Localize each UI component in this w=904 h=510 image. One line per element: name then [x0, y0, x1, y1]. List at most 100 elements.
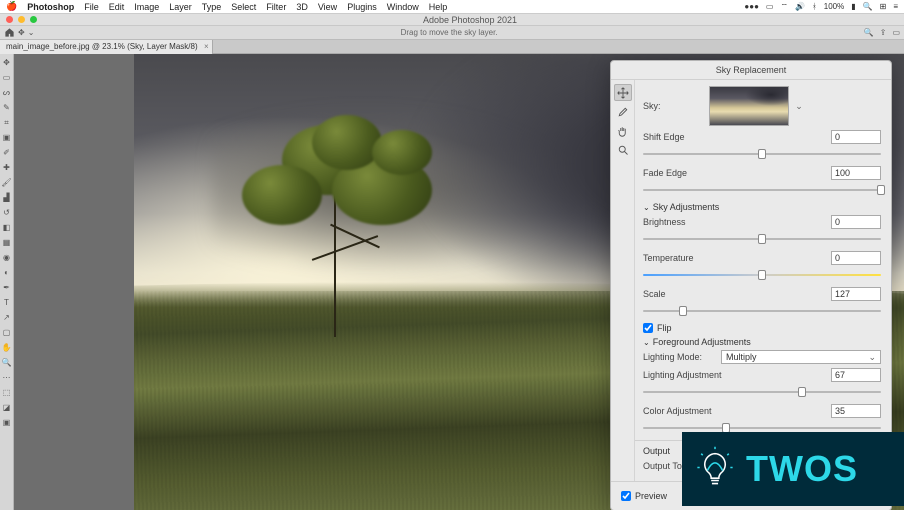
twos-logo-overlay: TWOS	[682, 432, 904, 506]
shift-edge-value[interactable]: 0	[831, 130, 881, 144]
dodge-tool[interactable]: ◐	[1, 266, 13, 279]
move-tool-icon[interactable]: ✥	[18, 28, 25, 37]
search-tool-icon[interactable]: 🔍	[864, 28, 874, 37]
home-icon[interactable]	[4, 27, 15, 38]
brightness-slider[interactable]	[643, 233, 881, 245]
stamp-tool[interactable]: ▟	[1, 191, 13, 204]
sky-hand-tool[interactable]	[614, 122, 632, 139]
color-swatch[interactable]: ◪	[1, 401, 13, 414]
scale-label: Scale	[643, 289, 703, 299]
hand-tool[interactable]: ✋	[1, 341, 13, 354]
flip-label: Flip	[657, 323, 672, 333]
type-tool[interactable]: T	[1, 296, 13, 309]
shape-tool[interactable]: ▢	[1, 326, 13, 339]
screen-icon[interactable]: ▭	[766, 2, 774, 11]
menu-window[interactable]: Window	[387, 2, 419, 12]
more-tools-icon[interactable]: ⋯	[1, 371, 13, 384]
minimize-window-icon[interactable]	[18, 16, 25, 23]
menu-select[interactable]: Select	[231, 2, 256, 12]
workspace-icon[interactable]: ▭	[892, 28, 900, 37]
scale-slider[interactable]	[643, 305, 881, 317]
lighting-mode-label: Lighting Mode:	[643, 352, 715, 362]
zoom-window-icon[interactable]	[30, 16, 37, 23]
menu-3d[interactable]: 3D	[296, 2, 308, 12]
fade-edge-value[interactable]: 100	[831, 166, 881, 180]
brush-tool[interactable]: 🖌	[1, 176, 13, 189]
battery-icon[interactable]: ▮	[851, 2, 855, 11]
sky-preset-thumbnail[interactable]	[709, 86, 789, 126]
pen-tool[interactable]: ✒	[1, 281, 13, 294]
temperature-slider[interactable]	[643, 269, 881, 281]
traffic-lights	[6, 16, 37, 23]
eyedropper-tool[interactable]: ✐	[1, 146, 13, 159]
brightness-label: Brightness	[643, 217, 703, 227]
volume-icon[interactable]: 🔊	[795, 2, 805, 11]
lighting-adjustment-value[interactable]: 67	[831, 368, 881, 382]
sky-preset-dropdown-icon[interactable]: ⌄	[795, 101, 803, 112]
menu-list-icon[interactable]: ≡	[893, 2, 898, 11]
control-center-icon[interactable]: ⊞	[880, 2, 887, 11]
edit-toolbar-icon[interactable]: ⬚	[1, 386, 13, 399]
fade-edge-label: Fade Edge	[643, 168, 703, 178]
document-tab[interactable]: main_image_before.jpg @ 23.1% (Sky, Laye…	[0, 40, 213, 54]
close-tab-icon[interactable]: ×	[204, 42, 209, 51]
flip-checkbox[interactable]	[643, 323, 653, 333]
brightness-value[interactable]: 0	[831, 215, 881, 229]
dialog-title: Sky Replacement	[611, 61, 891, 80]
screen-mode-icon[interactable]: ▣	[1, 416, 13, 429]
sky-brush-tool[interactable]	[614, 103, 632, 120]
healing-tool[interactable]: ✚	[1, 161, 13, 174]
move-tool[interactable]: ✥	[1, 56, 13, 69]
quick-select-tool[interactable]: ✎	[1, 101, 13, 114]
battery-percent: 100%	[824, 2, 844, 11]
lighting-adjustment-slider[interactable]	[643, 386, 881, 398]
dialog-tool-column	[611, 80, 635, 481]
color-adjustment-label: Color Adjustment	[643, 406, 733, 416]
search-icon[interactable]: 🔍	[863, 2, 873, 11]
eraser-tool[interactable]: ◧	[1, 221, 13, 234]
menu-layer[interactable]: Layer	[169, 2, 192, 12]
menu-view[interactable]: View	[318, 2, 337, 12]
twos-logo-text: TWOS	[746, 448, 858, 490]
lasso-tool[interactable]: ᔕ	[1, 86, 13, 99]
marquee-tool[interactable]: ▭	[1, 71, 13, 84]
dropdown-icon[interactable]: ⌄	[28, 28, 35, 37]
preview-checkbox[interactable]	[621, 491, 631, 501]
options-bar: ✥ ⌄ Drag to move the sky layer. 🔍 ⇪ ▭	[0, 26, 904, 40]
menu-file[interactable]: File	[84, 2, 99, 12]
app-name[interactable]: Photoshop	[27, 2, 74, 12]
color-adjustment-value[interactable]: 35	[831, 404, 881, 418]
menu-image[interactable]: Image	[134, 2, 159, 12]
menu-edit[interactable]: Edit	[109, 2, 125, 12]
frame-tool[interactable]: ▣	[1, 131, 13, 144]
tool-tip-text: Drag to move the sky layer.	[34, 28, 863, 37]
blur-tool[interactable]: ◉	[1, 251, 13, 264]
mac-menubar: 🍎 Photoshop File Edit Image Layer Type S…	[0, 0, 904, 14]
menu-plugins[interactable]: Plugins	[347, 2, 377, 12]
close-window-icon[interactable]	[6, 16, 13, 23]
zoom-tool[interactable]: 🔍	[1, 356, 13, 369]
fade-edge-slider[interactable]	[643, 184, 881, 196]
caret-down-icon: ⌄	[643, 338, 650, 347]
bluetooth-icon[interactable]: ᚼ	[812, 2, 817, 11]
gradient-tool[interactable]: ▦	[1, 236, 13, 249]
sky-move-tool[interactable]	[614, 84, 632, 101]
wifi-icon[interactable]: ⌔	[780, 2, 788, 12]
share-icon[interactable]: ⇪	[880, 28, 887, 37]
apple-menu-icon[interactable]: 🍎	[6, 1, 17, 12]
shift-edge-slider[interactable]	[643, 148, 881, 160]
scale-value[interactable]: 127	[831, 287, 881, 301]
menu-help[interactable]: Help	[429, 2, 448, 12]
foreground-adjustments-header[interactable]: ⌄Foreground Adjustments	[643, 337, 881, 347]
menu-type[interactable]: Type	[202, 2, 222, 12]
lighting-mode-dropdown[interactable]: Multiply	[721, 350, 881, 364]
sky-zoom-tool[interactable]	[614, 141, 632, 158]
document-tab-bar: main_image_before.jpg @ 23.1% (Sky, Laye…	[0, 40, 904, 54]
menu-filter[interactable]: Filter	[266, 2, 286, 12]
sky-label: Sky:	[643, 101, 703, 111]
crop-tool[interactable]: ⌗	[1, 116, 13, 129]
sky-adjustments-header[interactable]: ⌄Sky Adjustments	[643, 202, 881, 212]
history-brush-tool[interactable]: ↺	[1, 206, 13, 219]
path-tool[interactable]: ↗	[1, 311, 13, 324]
temperature-value[interactable]: 0	[831, 251, 881, 265]
